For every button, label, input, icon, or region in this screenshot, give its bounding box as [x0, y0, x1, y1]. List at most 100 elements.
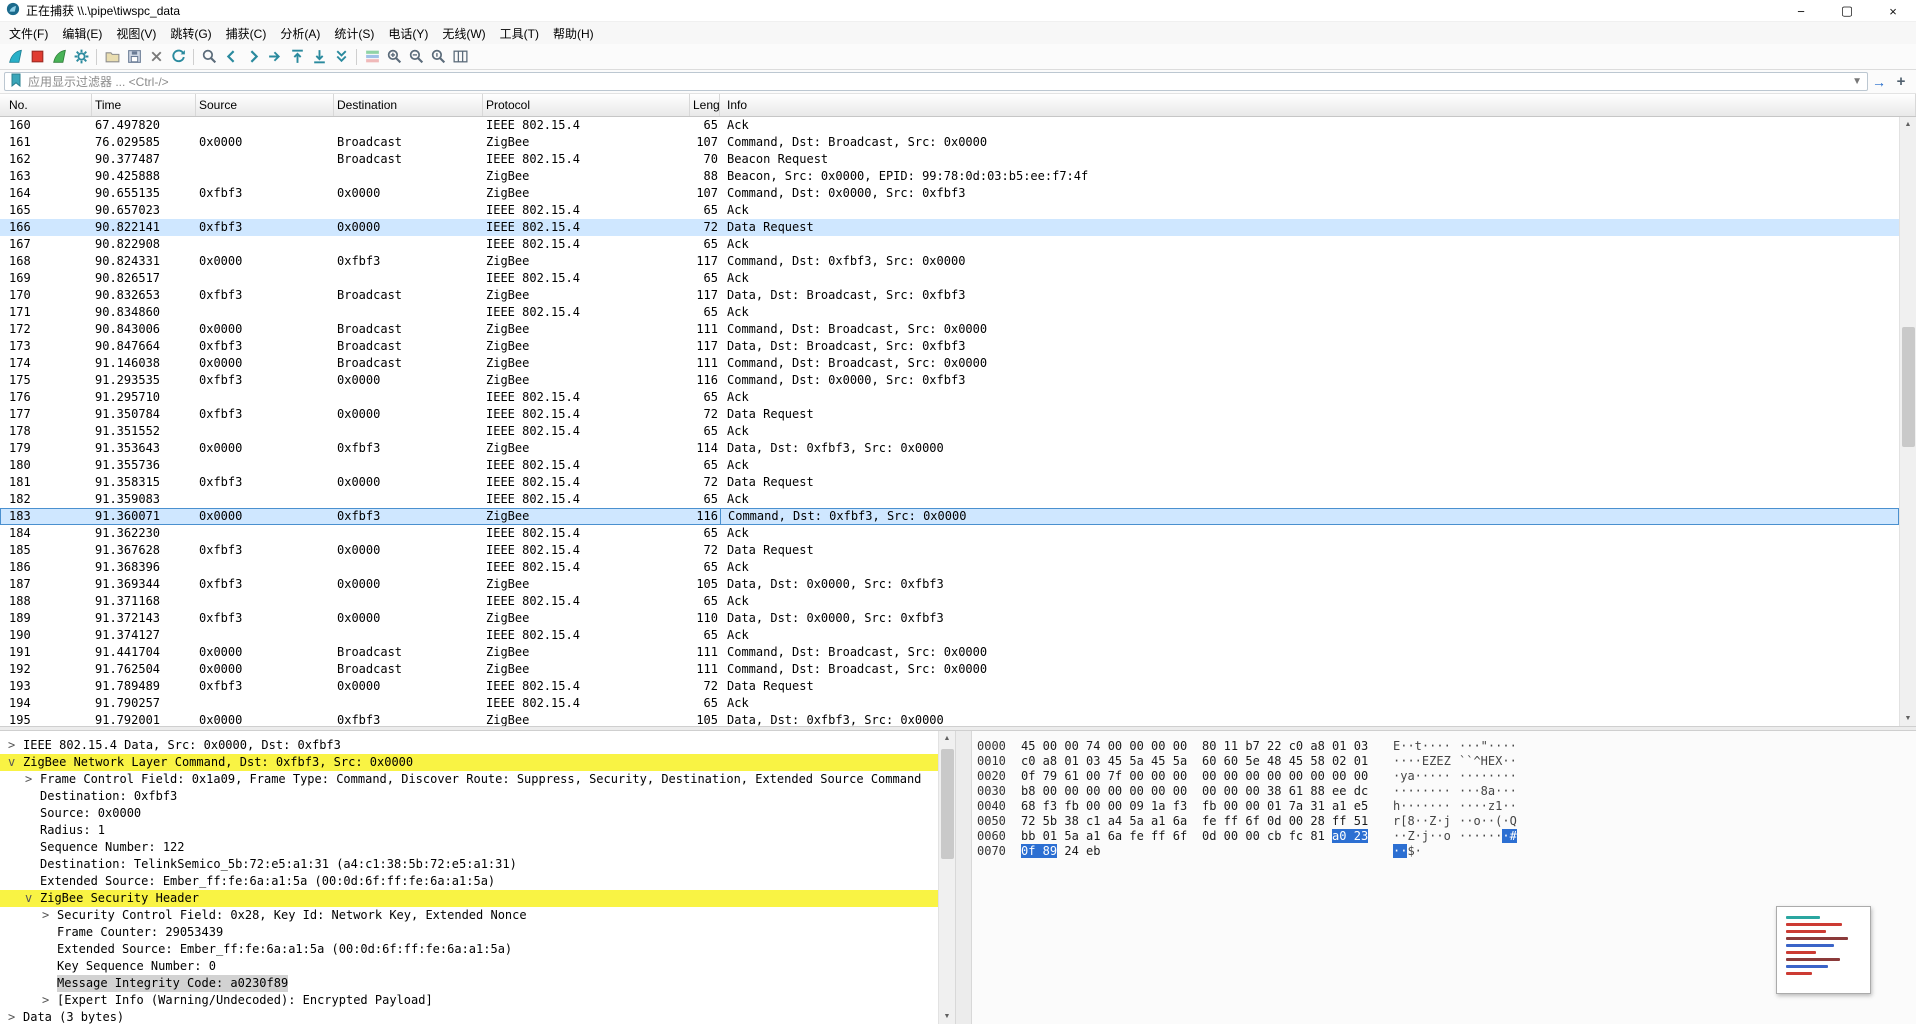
packet-row-160[interactable]: 16067.497820IEEE 802.15.465Ack — [0, 117, 1899, 134]
scroll-up-icon[interactable]: ▲ — [1900, 117, 1916, 132]
detail-row[interactable]: Key Sequence Number: 0 — [0, 958, 938, 975]
packet-row-194[interactable]: 19491.790257IEEE 802.15.465Ack — [0, 695, 1899, 712]
collapse-arrow-icon[interactable]: v — [25, 890, 40, 907]
packet-row-164[interactable]: 16490.6551350xfbf30x0000ZigBee107Command… — [0, 185, 1899, 202]
capture-options-icon[interactable] — [70, 46, 92, 67]
scroll-up-icon[interactable]: ▲ — [939, 731, 955, 746]
packet-row-179[interactable]: 17991.3536430x00000xfbf3ZigBee114Data, D… — [0, 440, 1899, 457]
detail-row[interactable]: Extended Source: Ember_ff:fe:6a:a1:5a (0… — [0, 873, 938, 890]
packet-row-188[interactable]: 18891.371168IEEE 802.15.465Ack — [0, 593, 1899, 610]
filter-dropdown-icon[interactable]: ▼ — [1852, 76, 1862, 87]
menu-item-go[interactable]: 跳转(G) — [163, 22, 218, 45]
column-header-src[interactable]: Source — [196, 94, 334, 116]
packet-row-174[interactable]: 17491.1460380x0000BroadcastZigBee111Comm… — [0, 355, 1899, 372]
details-scrollbar[interactable]: ▲ ▼ — [938, 731, 955, 1024]
go-first-icon[interactable] — [286, 46, 308, 67]
detail-row[interactable]: Source: 0x0000 — [0, 805, 938, 822]
detail-row[interactable]: >[Expert Info (Warning/Undecoded): Encry… — [0, 992, 938, 1009]
packet-row-181[interactable]: 18191.3583150xfbf30x0000IEEE 802.15.472D… — [0, 474, 1899, 491]
detail-row[interactable]: >Data (3 bytes) — [0, 1009, 938, 1024]
packet-row-173[interactable]: 17390.8476640xfbf3BroadcastZigBee117Data… — [0, 338, 1899, 355]
detail-row[interactable]: Sequence Number: 122 — [0, 839, 938, 856]
menu-item-view[interactable]: 视图(V) — [109, 22, 163, 45]
packet-row-180[interactable]: 18091.355736IEEE 802.15.465Ack — [0, 457, 1899, 474]
column-header-dst[interactable]: Destination — [334, 94, 483, 116]
packet-row-192[interactable]: 19291.7625040x0000BroadcastZigBee111Comm… — [0, 661, 1899, 678]
detail-row[interactable]: >Security Control Field: 0x28, Key Id: N… — [0, 907, 938, 924]
packet-row-190[interactable]: 19091.374127IEEE 802.15.465Ack — [0, 627, 1899, 644]
packet-row-177[interactable]: 17791.3507840xfbf30x0000IEEE 802.15.472D… — [0, 406, 1899, 423]
expand-arrow-icon[interactable]: > — [42, 907, 57, 924]
packet-row-182[interactable]: 18291.359083IEEE 802.15.465Ack — [0, 491, 1899, 508]
packet-list-scrollbar[interactable]: ▲ ▼ — [1899, 117, 1916, 726]
go-to-packet-icon[interactable] — [264, 46, 286, 67]
detail-row[interactable]: Radius: 1 — [0, 822, 938, 839]
packet-row-187[interactable]: 18791.3693440xfbf30x0000ZigBee105Data, D… — [0, 576, 1899, 593]
close-file-icon[interactable] — [145, 46, 167, 67]
packet-row-186[interactable]: 18691.368396IEEE 802.15.465Ack — [0, 559, 1899, 576]
find-packet-icon[interactable] — [198, 46, 220, 67]
filter-add-button[interactable]: + — [1890, 72, 1912, 92]
packet-row-172[interactable]: 17290.8430060x0000BroadcastZigBee111Comm… — [0, 321, 1899, 338]
packet-list-scrollbar-thumb[interactable] — [1902, 327, 1915, 447]
menu-item-statistics[interactable]: 统计(S) — [327, 22, 381, 45]
packet-row-167[interactable]: 16790.822908IEEE 802.15.465Ack — [0, 236, 1899, 253]
open-file-icon[interactable] — [101, 46, 123, 67]
packet-row-166[interactable]: 16690.8221410xfbf30x0000IEEE 802.15.472D… — [0, 219, 1899, 236]
packet-row-183[interactable]: 18391.3600710x00000xfbf3ZigBee116Command… — [0, 508, 1899, 525]
hex-row-0000[interactable]: 000045 00 00 74 00 00 00 0080 11 b7 22 c… — [977, 739, 1916, 754]
packet-row-184[interactable]: 18491.362230IEEE 802.15.465Ack — [0, 525, 1899, 542]
packet-row-163[interactable]: 16390.425888ZigBee88Beacon, Src: 0x0000,… — [0, 168, 1899, 185]
expand-arrow-icon[interactable]: > — [8, 1009, 23, 1024]
detail-row[interactable]: >IEEE 802.15.4 Data, Src: 0x0000, Dst: 0… — [0, 737, 938, 754]
filter-bookmark-icon[interactable] — [10, 73, 22, 90]
restart-capture-icon[interactable] — [48, 46, 70, 67]
minimize-button[interactable]: − — [1778, 0, 1824, 22]
packet-row-191[interactable]: 19191.4417040x0000BroadcastZigBee111Comm… — [0, 644, 1899, 661]
packet-row-189[interactable]: 18991.3721430xfbf30x0000ZigBee110Data, D… — [0, 610, 1899, 627]
display-filter-input[interactable]: 应用显示过滤器 ... <Ctrl-/> ▼ — [4, 72, 1868, 91]
hex-row-0030[interactable]: 0030b8 00 00 00 00 00 00 0000 00 00 38 6… — [977, 784, 1916, 799]
packet-row-178[interactable]: 17891.351552IEEE 802.15.465Ack — [0, 423, 1899, 440]
menu-item-file[interactable]: 文件(F) — [2, 22, 55, 45]
packet-row-170[interactable]: 17090.8326530xfbf3BroadcastZigBee117Data… — [0, 287, 1899, 304]
detail-row[interactable]: Frame Counter: 29053439 — [0, 924, 938, 941]
hex-row-0050[interactable]: 005072 5b 38 c1 a4 5a a1 6afe ff 6f 0d 0… — [977, 814, 1916, 829]
packet-row-168[interactable]: 16890.8243310x00000xfbf3ZigBee117Command… — [0, 253, 1899, 270]
pane-splitter-vertical[interactable] — [955, 731, 972, 1024]
packet-row-169[interactable]: 16990.826517IEEE 802.15.465Ack — [0, 270, 1899, 287]
menu-item-telephony[interactable]: 电话(Y) — [381, 22, 435, 45]
expand-arrow-icon[interactable]: > — [42, 992, 57, 1009]
detail-row[interactable]: Destination: TelinkSemico_5b:72:e5:a1:31… — [0, 856, 938, 873]
colorize-icon[interactable] — [361, 46, 383, 67]
hex-row-0070[interactable]: 00700f 89 24 eb··$· — [977, 844, 1916, 859]
hex-row-0040[interactable]: 004068 f3 fb 00 00 09 1a f3fb 00 00 01 7… — [977, 799, 1916, 814]
menu-item-analyze[interactable]: 分析(A) — [273, 22, 327, 45]
menu-item-help[interactable]: 帮助(H) — [546, 22, 601, 45]
resize-columns-icon[interactable] — [449, 46, 471, 67]
zoom-in-icon[interactable] — [383, 46, 405, 67]
collapse-arrow-icon[interactable]: v — [8, 754, 23, 771]
packet-row-175[interactable]: 17591.2935350xfbf30x0000ZigBee116Command… — [0, 372, 1899, 389]
packet-row-185[interactable]: 18591.3676280xfbf30x0000IEEE 802.15.472D… — [0, 542, 1899, 559]
detail-row[interactable]: vZigBee Network Layer Command, Dst: 0xfb… — [0, 754, 938, 771]
hex-row-0060[interactable]: 0060bb 01 5a a1 6a fe ff 6f0d 00 00 cb f… — [977, 829, 1916, 844]
scroll-down-icon[interactable]: ▼ — [939, 1009, 955, 1024]
column-header-no[interactable]: No. — [0, 94, 92, 116]
reload-icon[interactable] — [167, 46, 189, 67]
stop-capture-icon[interactable] — [26, 46, 48, 67]
column-header-proto[interactable]: Protocol — [483, 94, 690, 116]
zoom-reset-icon[interactable] — [427, 46, 449, 67]
menu-item-capture[interactable]: 捕获(C) — [219, 22, 274, 45]
menu-item-edit[interactable]: 编辑(E) — [55, 22, 109, 45]
packet-row-161[interactable]: 16176.0295850x0000BroadcastZigBee107Comm… — [0, 134, 1899, 151]
expand-arrow-icon[interactable]: > — [8, 737, 23, 754]
maximize-button[interactable]: ▢ — [1824, 0, 1870, 22]
expand-arrow-icon[interactable]: > — [25, 771, 40, 788]
detail-row[interactable]: Extended Source: Ember_ff:fe:6a:a1:5a (0… — [0, 941, 938, 958]
detail-row[interactable]: Destination: 0xfbf3 — [0, 788, 938, 805]
save-file-icon[interactable] — [123, 46, 145, 67]
close-button[interactable]: × — [1870, 0, 1916, 22]
filter-apply-button[interactable]: → — [1868, 72, 1890, 92]
packet-row-193[interactable]: 19391.7894890xfbf30x0000IEEE 802.15.472D… — [0, 678, 1899, 695]
